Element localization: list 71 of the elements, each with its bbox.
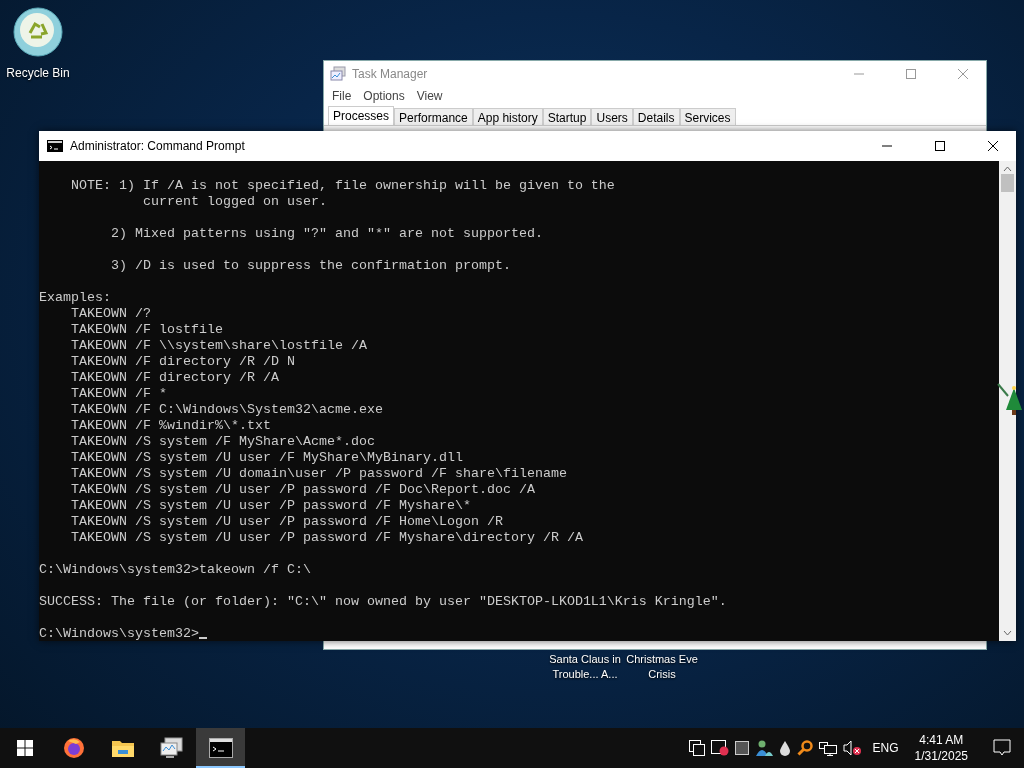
console-line: NOTE: 1) If /A is not specified, file ownership will be given to the bbox=[70, 178, 615, 194]
console-line: Examples: bbox=[39, 290, 111, 306]
taskbar-app[interactable] bbox=[196, 728, 245, 768]
network-icon[interactable] bbox=[818, 740, 837, 756]
console-line: TAKEOWN /? bbox=[70, 306, 151, 322]
task-view-icon[interactable] bbox=[688, 740, 705, 756]
window-title: Administrator: Command Prompt bbox=[70, 139, 246, 153]
clock[interactable]: 4:41 AM 1/31/2025 bbox=[908, 732, 974, 764]
command-prompt-icon bbox=[208, 738, 233, 758]
console-line: 2) Mixed patterns using "?" and "*" are not supported. bbox=[109, 226, 543, 242]
task-manager-icon bbox=[159, 737, 184, 759]
security-icon[interactable] bbox=[710, 740, 729, 756]
console-line: TAKEOWN /F directory /R /A bbox=[70, 370, 279, 386]
clock-date: 1/31/2025 bbox=[914, 748, 968, 764]
maximize-icon bbox=[935, 141, 945, 151]
droplet-icon[interactable] bbox=[778, 740, 791, 756]
scrollbar[interactable] bbox=[999, 161, 1016, 641]
close-icon bbox=[988, 141, 998, 151]
console-line: C:\Windows\system32>takeown /f C:\ bbox=[39, 562, 311, 578]
console-line: TAKEOWN /F lostfile bbox=[70, 322, 223, 338]
icon-label: Christmas Eve bbox=[626, 652, 698, 667]
people-icon[interactable] bbox=[754, 739, 773, 757]
scrollbar-thumb[interactable] bbox=[1001, 174, 1014, 192]
close-icon bbox=[958, 69, 968, 79]
tab[interactable]: App history bbox=[472, 108, 543, 125]
menu-item[interactable]: Options bbox=[359, 87, 409, 105]
console-line: TAKEOWN /F \\system\share\lostfile /A bbox=[70, 338, 367, 354]
console-line: TAKEOWN /S system /U user /P password /F Doc\Report.doc /A bbox=[70, 482, 535, 498]
console-line: TAKEOWN /F * bbox=[70, 386, 167, 402]
icon-label: Recycle Bin bbox=[6, 66, 70, 80]
maximize-icon bbox=[906, 69, 916, 79]
console-line: TAKEOWN /S system /U user /P password /F Home\Logon /R bbox=[70, 514, 503, 530]
tray-app-icon[interactable] bbox=[734, 741, 749, 755]
scroll-up-icon[interactable] bbox=[1003, 166, 1012, 172]
console-line: TAKEOWN /F directory /R /D N bbox=[70, 354, 295, 370]
menu-item[interactable]: File bbox=[328, 87, 356, 105]
tab[interactable]: Startup bbox=[542, 108, 592, 125]
icon-label: Santa Claus in bbox=[549, 652, 621, 667]
icon-label: Trouble... A... bbox=[552, 667, 618, 682]
console-line: TAKEOWN /S system /U user /P password /F Myshare\directory /R /A bbox=[70, 530, 583, 546]
icon-label: Crisis bbox=[648, 667, 676, 682]
windows-icon bbox=[16, 740, 33, 756]
tab[interactable]: Processes bbox=[328, 106, 395, 125]
console-line: TAKEOWN /S system /U user /P password /F Myshare\* bbox=[70, 498, 471, 514]
notification-icon[interactable] bbox=[993, 739, 1011, 757]
console-line: TAKEOWN /S system /U user /F MyShare\MyBinary.dll bbox=[70, 450, 463, 466]
scroll-down-icon[interactable] bbox=[1003, 630, 1012, 636]
console-line: 3) /D is used to suppress the confirmation prompt. bbox=[109, 258, 511, 274]
folder-icon bbox=[110, 738, 135, 758]
tab[interactable]: Details bbox=[632, 108, 680, 125]
tab[interactable]: Users bbox=[591, 108, 633, 125]
tab[interactable]: Performance bbox=[394, 108, 473, 125]
language-indicator[interactable]: ENG bbox=[868, 741, 903, 755]
console-line: TAKEOWN /F C:\Windows\System32\acme.exe bbox=[70, 402, 383, 418]
task-manager-icon bbox=[330, 66, 346, 82]
menu-item[interactable]: View bbox=[412, 87, 447, 105]
console-line: TAKEOWN /S system /U domain\user /P password /F share\filename bbox=[70, 466, 567, 482]
console-line: TAKEOWN /F %windir%\*.txt bbox=[70, 418, 271, 434]
window-title: Task Manager bbox=[352, 67, 429, 81]
muted-speaker-icon[interactable] bbox=[842, 740, 863, 756]
clock-time: 4:41 AM bbox=[919, 732, 964, 748]
console-line: current logged on user. bbox=[141, 194, 327, 210]
magnifier-icon[interactable] bbox=[796, 740, 813, 756]
tab[interactable]: Services bbox=[679, 108, 736, 125]
firefox-icon bbox=[61, 736, 86, 760]
console-line: C:\Windows\system32> bbox=[39, 626, 207, 642]
console-line: SUCCESS: The file (or folder): "C:\" now owned by user "DESKTOP-LKOD1L1\Kris Kringle". bbox=[39, 594, 727, 610]
christmas-tree-icon[interactable] bbox=[996, 382, 1022, 416]
command-prompt-icon bbox=[47, 140, 63, 152]
recycle-bin-icon[interactable] bbox=[12, 6, 64, 58]
console-line: TAKEOWN /S system /F MyShare\Acme*.doc bbox=[70, 434, 375, 450]
